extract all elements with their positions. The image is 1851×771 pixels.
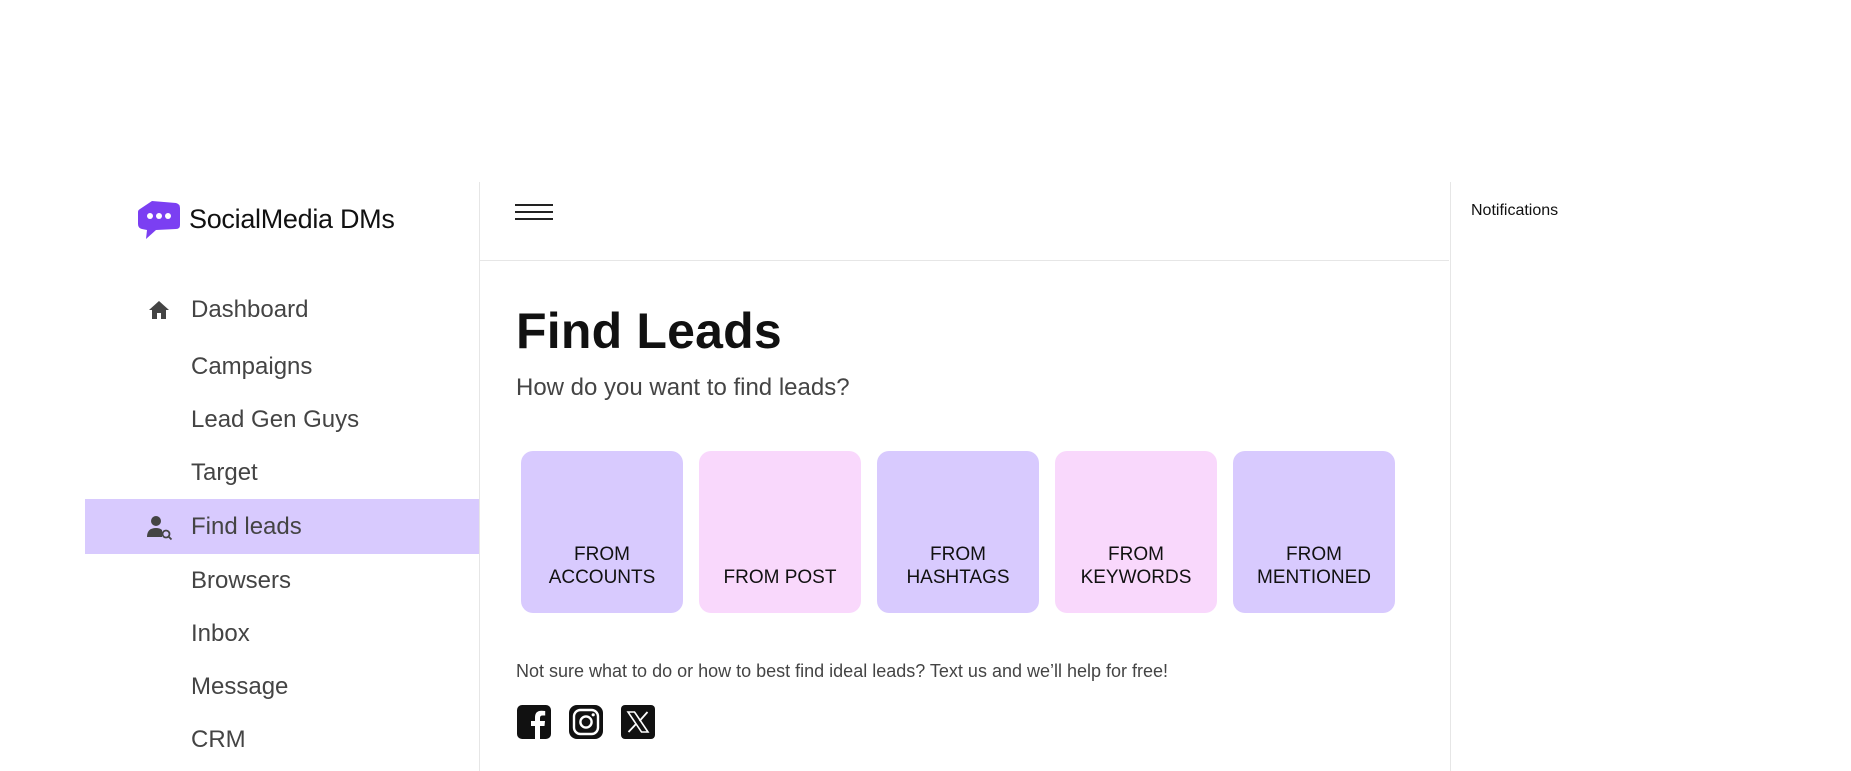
page-subtitle: How do you want to find leads? xyxy=(516,374,850,401)
sidebar-item-inbox[interactable]: Inbox xyxy=(85,607,479,660)
sidebar-item-campaigns[interactable]: Campaigns xyxy=(85,340,479,393)
card-label: FROM MENTIONED xyxy=(1257,544,1371,588)
sidebar-item-dashboard[interactable]: Dashboard xyxy=(85,280,479,340)
card-label: FROM ACCOUNTS xyxy=(548,544,656,588)
home-icon xyxy=(145,296,173,324)
card-label: FROM HASHTAGS xyxy=(906,544,1010,588)
facebook-icon[interactable] xyxy=(516,704,552,740)
sidebar-item-browsers[interactable]: Browsers xyxy=(85,554,479,607)
sidebar-item-label: Campaigns xyxy=(191,352,313,380)
sidebar-item-label: Lead Gen Guys xyxy=(191,405,360,433)
main-content: Find Leads How do you want to find leads… xyxy=(480,182,1449,771)
user-search-icon xyxy=(145,513,173,541)
page-title: Find Leads xyxy=(516,303,782,359)
sidebar-item-label: Inbox xyxy=(191,619,250,647)
brand-name: SocialMedia DMs xyxy=(189,203,395,234)
sidebar-item-target[interactable]: Target xyxy=(85,446,479,499)
sidebar-item-label: Dashboard xyxy=(191,296,309,323)
from-hashtags-card[interactable]: FROM HASHTAGS xyxy=(877,451,1039,613)
x-icon[interactable] xyxy=(620,704,656,740)
card-label: FROM KEYWORDS xyxy=(1080,544,1192,588)
top-bar xyxy=(480,182,1449,261)
sidebar-item-label: Target xyxy=(191,458,258,486)
sidebar-item-label: Browsers xyxy=(191,566,292,594)
sidebar-item-label: CRM xyxy=(191,725,246,753)
from-post-card[interactable]: FROM POST xyxy=(699,451,861,613)
hamburger-line xyxy=(515,211,553,213)
sidebar-item-crm[interactable]: CRM xyxy=(85,713,479,766)
hamburger-line xyxy=(515,204,553,206)
from-accounts-card[interactable]: FROM ACCOUNTS xyxy=(521,451,683,613)
brand-logo[interactable]: SocialMedia DMs xyxy=(136,197,395,241)
from-mentioned-card[interactable]: FROM MENTIONED xyxy=(1233,451,1395,613)
notifications-title: Notifications xyxy=(1471,202,1559,219)
chat-bubble-logo-icon xyxy=(138,201,180,239)
sidebar-item-label: Message xyxy=(191,672,289,700)
social-links xyxy=(516,704,656,740)
instagram-icon[interactable] xyxy=(568,704,604,740)
sidebar-nav: Dashboard Campaigns Lead Gen Guys Target… xyxy=(85,280,479,766)
sidebar-item-lead-gen-guys[interactable]: Lead Gen Guys xyxy=(85,393,479,446)
sidebar-item-find-leads[interactable]: Find leads xyxy=(85,499,479,554)
from-keywords-card[interactable]: FROM KEYWORDS xyxy=(1055,451,1217,613)
sidebar: SocialMedia DMs Dashboard Campaigns Lead… xyxy=(85,182,480,771)
notifications-panel: Notifications xyxy=(1450,182,1851,771)
menu-toggle-button[interactable] xyxy=(515,202,555,226)
sidebar-item-message[interactable]: Message xyxy=(85,660,479,713)
card-label: FROM POST xyxy=(723,567,837,588)
help-text: Not sure what to do or how to best find … xyxy=(516,661,1169,681)
hamburger-line xyxy=(515,218,553,220)
sidebar-item-label: Find leads xyxy=(191,512,302,540)
lead-source-cards: FROM ACCOUNTS FROM POST FROM HASHTAGS FR… xyxy=(521,451,1395,613)
